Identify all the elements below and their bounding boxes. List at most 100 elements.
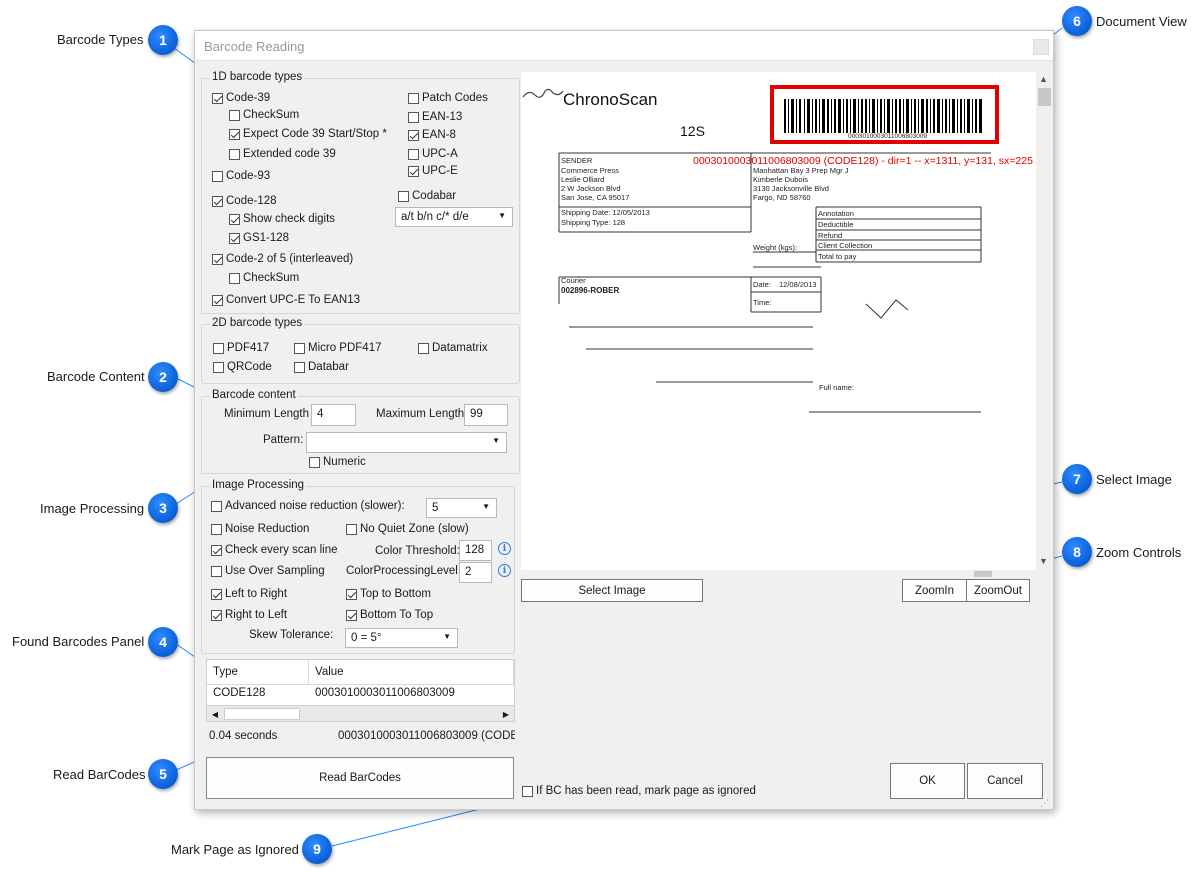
scroll-left-icon[interactable]: ◀ [209, 708, 221, 720]
convert-upce-checkbox[interactable]: Convert UPC-E To EAN13 [212, 294, 360, 306]
checkbox-box[interactable] [213, 361, 224, 373]
advanced-noise-select[interactable]: 5 ▼ [426, 498, 497, 518]
code39-checkbox[interactable]: Code-39 [212, 92, 270, 104]
ok-button[interactable]: OK [890, 763, 965, 799]
scroll-down-icon[interactable]: ▼ [1039, 556, 1048, 566]
upce-checkbox[interactable]: UPC-E [408, 165, 458, 177]
checkbox-box[interactable] [212, 294, 223, 306]
minimum-length-input[interactable]: 4 [311, 404, 356, 426]
code128-checkbox[interactable]: Code-128 [212, 195, 277, 207]
checkbox-box[interactable] [213, 342, 224, 354]
document-horizontal-scrollbar[interactable] [521, 570, 1036, 578]
document-vertical-scrollbar[interactable]: ▲ ▼ [1036, 72, 1052, 570]
codabar-mode-select[interactable]: a/t b/n c/* d/e ▼ [395, 207, 513, 227]
checkbox-box[interactable] [522, 785, 533, 797]
checkbox-box[interactable] [229, 213, 240, 225]
code39-expect-startstop-checkbox[interactable]: Expect Code 39 Start/Stop * [229, 128, 387, 140]
checkbox-box[interactable] [309, 456, 320, 468]
top-to-bottom-checkbox[interactable]: Top to Bottom [346, 588, 431, 600]
code39-extended-checkbox[interactable]: Extended code 39 [229, 148, 336, 160]
resize-grip-icon[interactable]: ⋰ [1040, 798, 1049, 809]
color-threshold-input[interactable]: 128 [459, 540, 492, 561]
left-to-right-checkbox[interactable]: Left to Right [211, 588, 287, 600]
scrollbar-thumb[interactable] [224, 708, 300, 720]
code2of5-checksum-checkbox[interactable]: CheckSum [229, 272, 299, 284]
pattern-select[interactable]: ▼ [306, 432, 507, 453]
scroll-up-icon[interactable]: ▲ [1039, 74, 1048, 84]
ean13-checkbox[interactable]: EAN-13 [408, 111, 462, 123]
over-sampling-checkbox[interactable]: Use Over Sampling [211, 565, 325, 577]
checkbox-box[interactable] [211, 588, 222, 600]
bottom-to-top-checkbox[interactable]: Bottom To Top [346, 609, 433, 621]
right-to-left-checkbox[interactable]: Right to Left [211, 609, 287, 621]
show-check-digits-checkbox[interactable]: Show check digits [229, 213, 335, 225]
select-image-button[interactable]: Select Image [521, 579, 703, 602]
grid-horizontal-scrollbar[interactable]: ◀ ▶ [207, 705, 514, 721]
found-row-value[interactable]: 000301000301100680300​9 [309, 687, 461, 699]
scrollbar-thumb[interactable] [1038, 88, 1051, 106]
checkbox-box[interactable] [346, 523, 357, 535]
scrollbar-thumb[interactable] [974, 571, 992, 577]
code93-checkbox[interactable]: Code-93 [212, 170, 270, 182]
dialog-titlebar[interactable]: Barcode Reading [195, 31, 1053, 61]
checkbox-box[interactable] [408, 111, 419, 123]
checkbox-box[interactable] [408, 92, 419, 104]
zoom-in-button[interactable]: ZoomIn [902, 579, 967, 602]
noise-reduction-checkbox[interactable]: Noise Reduction [211, 523, 309, 535]
checkbox-box[interactable] [418, 342, 429, 354]
color-processing-level-input[interactable]: 2 [459, 562, 492, 583]
column-header-value[interactable]: Value [309, 660, 514, 685]
checkbox-box[interactable] [212, 195, 223, 207]
numeric-checkbox[interactable]: Numeric [309, 456, 366, 468]
checkbox-box[interactable] [211, 523, 222, 535]
found-row-type[interactable]: CODE128 [207, 687, 271, 699]
no-quiet-zone-checkbox[interactable]: No Quiet Zone (slow) [346, 523, 469, 535]
datamatrix-checkbox[interactable]: Datamatrix [418, 342, 488, 354]
zoom-out-button[interactable]: ZoomOut [966, 579, 1030, 602]
info-icon[interactable]: i [498, 542, 511, 555]
code39-checksum-checkbox[interactable]: CheckSum [229, 109, 299, 121]
checkbox-box[interactable] [398, 190, 409, 202]
checkbox-box[interactable] [229, 109, 240, 121]
info-icon[interactable]: i [498, 564, 511, 577]
checkbox-box[interactable] [212, 253, 223, 265]
checkbox-box[interactable] [229, 232, 240, 244]
advanced-noise-checkbox[interactable]: Advanced noise reduction (slower): [211, 500, 405, 512]
column-header-type[interactable]: Type [207, 660, 309, 685]
code2of5-checkbox[interactable]: Code-2 of 5 (interleaved) [212, 253, 353, 265]
checkbox-box[interactable] [211, 565, 222, 577]
databar-checkbox[interactable]: Databar [294, 361, 349, 373]
checkbox-box[interactable] [212, 92, 223, 104]
checkbox-box[interactable] [408, 165, 419, 177]
scroll-right-icon[interactable]: ▶ [500, 708, 512, 720]
checkbox-box[interactable] [346, 609, 357, 621]
read-barcodes-button[interactable]: Read BarCodes [206, 757, 514, 799]
checkbox-box[interactable] [294, 342, 305, 354]
found-barcodes-grid[interactable]: Type Value CODE128 000301000301100680300… [206, 659, 515, 722]
checkbox-box[interactable] [211, 500, 222, 512]
checkbox-box[interactable] [211, 609, 222, 621]
checkbox-box[interactable] [294, 361, 305, 373]
gs1-128-checkbox[interactable]: GS1-128 [229, 232, 289, 244]
maximum-length-input[interactable]: 99 [464, 404, 508, 426]
qrcode-checkbox[interactable]: QRCode [213, 361, 272, 373]
checkbox-box[interactable] [408, 148, 419, 160]
document-view[interactable]: ChronoScan 12S 0003010003011006803009 00… [521, 72, 1036, 570]
upca-checkbox[interactable]: UPC-A [408, 148, 458, 160]
window-control-icon[interactable] [1033, 39, 1049, 55]
checkbox-box[interactable] [346, 588, 357, 600]
checkbox-box[interactable] [212, 170, 223, 182]
cancel-button[interactable]: Cancel [967, 763, 1043, 799]
ean8-checkbox[interactable]: EAN-8 [408, 129, 456, 141]
patch-codes-checkbox[interactable]: Patch Codes [408, 92, 488, 104]
pdf417-checkbox[interactable]: PDF417 [213, 342, 269, 354]
skew-tolerance-select[interactable]: 0 = 5° ▼ [345, 628, 458, 648]
checkbox-box[interactable] [408, 129, 419, 141]
checkbox-box[interactable] [229, 148, 240, 160]
every-scan-line-checkbox[interactable]: Check every scan line [211, 544, 338, 556]
checkbox-box[interactable] [229, 128, 240, 140]
checkbox-box[interactable] [229, 272, 240, 284]
codabar-checkbox[interactable]: Codabar [398, 190, 456, 202]
micro-pdf417-checkbox[interactable]: Micro PDF417 [294, 342, 382, 354]
checkbox-box[interactable] [211, 544, 222, 556]
